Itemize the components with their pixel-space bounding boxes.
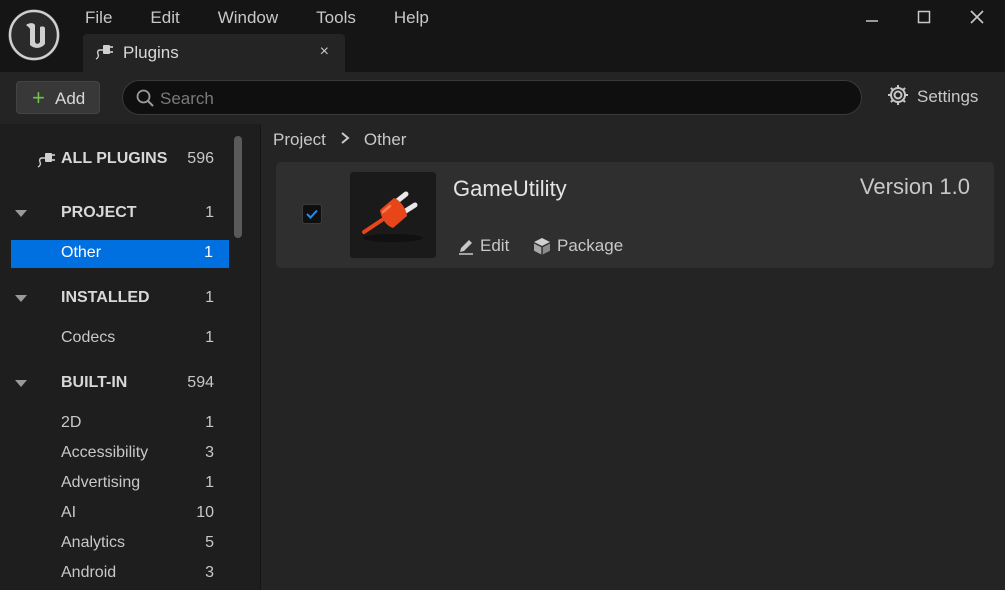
plugin-card[interactable]: GameUtility Version 1.0 Edit Package xyxy=(276,162,994,268)
plug-icon xyxy=(362,191,423,242)
minimize-icon xyxy=(866,20,878,22)
plugin-version: Version 1.0 xyxy=(859,174,970,199)
tab-plugins[interactable]: Plugins × xyxy=(83,34,345,72)
checkmark-icon xyxy=(306,209,318,219)
chevron-right-icon xyxy=(340,130,350,150)
minimize-button[interactable] xyxy=(854,5,890,29)
sidebar-item-label: BUILT-IN xyxy=(61,374,128,391)
plugin-enabled-checkbox[interactable] xyxy=(302,204,322,224)
sidebar-item-all-plugins[interactable]: ALL PLUGINS 596 xyxy=(0,146,230,174)
plus-icon: + xyxy=(32,85,45,110)
plugin-list-panel: Project Other GameUtility Version 1.0 Ed… xyxy=(261,124,1005,590)
maximize-button[interactable] xyxy=(906,5,942,29)
sidebar-item-label: Other xyxy=(61,244,102,261)
sidebar-item-count: 3 xyxy=(205,564,214,581)
sidebar-item-ai[interactable]: AI 10 xyxy=(0,500,230,528)
close-window-button[interactable] xyxy=(959,5,995,29)
sidebar-item-label: Analytics xyxy=(61,534,126,551)
menu-window[interactable]: Window xyxy=(218,7,278,29)
sidebar-item-label: Accessibility xyxy=(61,444,149,461)
tab-close-button[interactable]: × xyxy=(320,43,329,61)
add-button-label: Add xyxy=(55,89,86,108)
sidebar-item-count: 3 xyxy=(205,444,214,461)
maximize-icon xyxy=(917,10,931,24)
search-icon xyxy=(135,88,155,113)
add-button[interactable]: + Add xyxy=(16,81,100,114)
breadcrumb: Project Other xyxy=(273,130,406,150)
sidebar-item-count: 1 xyxy=(205,204,214,221)
sidebar-item-label: Codecs xyxy=(61,329,116,346)
breadcrumb-project[interactable]: Project xyxy=(273,130,326,150)
sidebar-item-android[interactable]: Android 3 xyxy=(0,560,230,588)
plug-icon xyxy=(35,150,57,175)
edit-button[interactable]: Edit xyxy=(457,236,509,256)
search-box[interactable] xyxy=(122,80,862,115)
menu-edit[interactable]: Edit xyxy=(150,7,179,29)
sidebar-item-count: 1 xyxy=(205,329,214,346)
package-button[interactable]: Package xyxy=(532,236,623,256)
menu-tools[interactable]: Tools xyxy=(316,7,356,29)
menu-help[interactable]: Help xyxy=(394,7,429,29)
caret-down-icon[interactable] xyxy=(15,210,27,217)
sidebar-item-label: ALL PLUGINS xyxy=(61,150,168,167)
sidebar-item-analytics[interactable]: Analytics 5 xyxy=(0,530,230,558)
sidebar-category-installed[interactable]: INSTALLED 1 xyxy=(0,285,230,313)
sidebar-item-count: 5 xyxy=(205,534,214,551)
package-button-label: Package xyxy=(557,236,624,255)
sidebar-item-label: 2D xyxy=(61,414,82,431)
sidebar-item-label: Advertising xyxy=(61,474,141,491)
plug-icon xyxy=(93,42,115,67)
sidebar-scrollbar[interactable] xyxy=(234,136,242,238)
caret-down-icon[interactable] xyxy=(15,295,27,302)
menu-bar: File Edit Window Tools Help xyxy=(85,7,467,29)
sidebar-item-codecs[interactable]: Codecs 1 xyxy=(0,325,230,353)
sidebar-category-built-in[interactable]: BUILT-IN 594 xyxy=(0,370,230,398)
sidebar-item-count: 1 xyxy=(205,289,214,306)
sidebar-item-other[interactable]: Other 1 xyxy=(11,240,229,268)
sidebar-item-count: 1 xyxy=(205,474,214,491)
edit-button-label: Edit xyxy=(480,236,510,255)
sidebar-item-label: INSTALLED xyxy=(61,289,150,306)
sidebar-item-count: 10 xyxy=(196,504,214,521)
settings-label: Settings xyxy=(917,87,979,106)
sidebar-item-label: AI xyxy=(61,504,77,521)
sidebar-item-advertising[interactable]: Advertising 1 xyxy=(0,470,230,498)
sidebar-item-count: 594 xyxy=(187,374,214,391)
sidebar-item-count: 1 xyxy=(204,244,213,261)
category-sidebar: ALL PLUGINS 596 PROJECT 1 Other 1 INSTAL… xyxy=(0,124,261,590)
settings-button[interactable]: Settings xyxy=(886,83,978,111)
title-bar: File Edit Window Tools Help Plugins × xyxy=(0,0,1005,72)
search-input[interactable] xyxy=(158,87,852,111)
plugin-name: GameUtility xyxy=(453,176,567,201)
tab-label: Plugins xyxy=(123,43,179,62)
caret-down-icon[interactable] xyxy=(15,380,27,387)
package-icon xyxy=(534,238,550,255)
sidebar-item-label: Android xyxy=(61,564,117,581)
breadcrumb-other[interactable]: Other xyxy=(364,130,407,150)
toolbar: + Add Settings xyxy=(0,72,1005,124)
unreal-logo-icon[interactable] xyxy=(8,9,60,61)
menu-file[interactable]: File xyxy=(85,7,112,29)
sidebar-category-project[interactable]: PROJECT 1 xyxy=(0,200,230,228)
plugin-thumbnail xyxy=(350,172,436,258)
pencil-icon xyxy=(459,240,473,255)
gear-icon xyxy=(886,83,910,112)
sidebar-item-2d[interactable]: 2D 1 xyxy=(0,410,230,438)
sidebar-item-count: 1 xyxy=(205,414,214,431)
sidebar-item-accessibility[interactable]: Accessibility 3 xyxy=(0,440,230,468)
sidebar-item-label: PROJECT xyxy=(61,204,137,221)
close-icon xyxy=(970,10,984,24)
sidebar-item-count: 596 xyxy=(187,150,214,167)
